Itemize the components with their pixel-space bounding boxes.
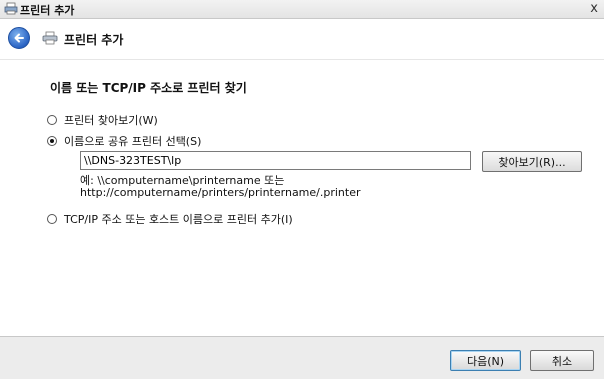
- option-label: 프린터 찾아보기(W): [64, 114, 158, 127]
- back-button[interactable]: [8, 27, 30, 49]
- wizard-content: 이름 또는 TCP/IP 주소로 프린터 찾기 프린터 찾아보기(W) 이름으로…: [0, 59, 604, 336]
- next-button[interactable]: 다음(N): [450, 350, 521, 371]
- page-heading: 이름 또는 TCP/IP 주소로 프린터 찾기: [50, 81, 247, 95]
- radio-browse[interactable]: [47, 115, 57, 125]
- example-text: 예: \\computername\printername 또는 http://…: [80, 175, 361, 199]
- close-button[interactable]: x: [590, 1, 598, 16]
- option-select-shared-by-name[interactable]: 이름으로 공유 프린터 선택(S): [47, 133, 201, 149]
- radio-select-shared[interactable]: [47, 136, 57, 146]
- example-line-2: http://computername/printers/printername…: [80, 186, 361, 199]
- printer-app-icon: [4, 2, 18, 15]
- printer-icon: [42, 31, 58, 45]
- shared-printer-path-input[interactable]: [80, 151, 471, 170]
- window-title: 프린터 추가: [20, 4, 75, 17]
- option-browse-printers[interactable]: 프린터 찾아보기(W): [47, 112, 158, 128]
- navigation-bar: 프린터 추가: [0, 19, 604, 59]
- title-bar: 프린터 추가 x: [0, 0, 604, 19]
- option-add-by-tcpip[interactable]: TCP/IP 주소 또는 호스트 이름으로 프린터 추가(I): [47, 211, 293, 227]
- wizard-footer: 다음(N) 취소: [0, 336, 604, 379]
- option-label: TCP/IP 주소 또는 호스트 이름으로 프린터 추가(I): [64, 213, 293, 226]
- browse-button[interactable]: 찾아보기(R)...: [482, 151, 582, 172]
- radio-tcpip[interactable]: [47, 214, 57, 224]
- back-arrow-icon: [14, 33, 24, 43]
- cancel-button[interactable]: 취소: [530, 350, 594, 371]
- wizard-title: 프린터 추가: [64, 33, 124, 47]
- option-label: 이름으로 공유 프린터 선택(S): [64, 135, 202, 148]
